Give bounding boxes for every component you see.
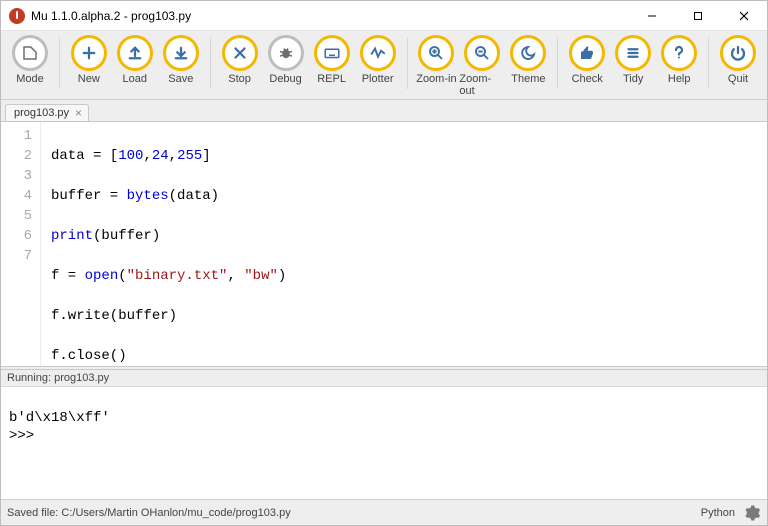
- plotter-label: Plotter: [362, 73, 394, 85]
- help-button[interactable]: Help: [656, 35, 702, 85]
- check-button[interactable]: Check: [564, 35, 610, 85]
- code-line: buffer = bytes(data): [51, 186, 767, 206]
- line-number: 7: [1, 246, 32, 266]
- line-number: 2: [1, 146, 32, 166]
- theme-button[interactable]: Theme: [505, 35, 551, 97]
- runner-title: Running: prog103.py: [1, 370, 767, 387]
- tidy-button[interactable]: Tidy: [610, 35, 656, 85]
- toolbar-separator: [708, 37, 709, 89]
- toolbar: Mode New Load Save Stop: [1, 31, 767, 100]
- plus-icon: [71, 35, 107, 71]
- code-editor[interactable]: 1 2 3 4 5 6 7 data = [100,24,255] buffer…: [1, 122, 767, 366]
- repl-label: REPL: [317, 73, 346, 85]
- toolbar-separator: [210, 37, 211, 89]
- status-language: Python: [701, 507, 735, 519]
- toolbar-separator: [59, 37, 60, 89]
- toolbar-separator: [557, 37, 558, 89]
- power-icon: [720, 35, 756, 71]
- plotter-icon: [360, 35, 396, 71]
- moon-icon: [510, 35, 546, 71]
- save-label: Save: [168, 73, 193, 85]
- line-number: 5: [1, 206, 32, 226]
- line-number: 3: [1, 166, 32, 186]
- line-number: 1: [1, 126, 32, 146]
- toolbar-separator: [407, 37, 408, 89]
- output-line: b'd\x18\xff': [9, 409, 759, 427]
- check-label: Check: [572, 73, 603, 85]
- settings-gear-icon[interactable]: [743, 504, 761, 522]
- bug-icon: [268, 35, 304, 71]
- repl-button[interactable]: REPL: [309, 35, 355, 85]
- zoom-out-label: Zoom-out: [459, 73, 505, 97]
- code-line: f.close(): [51, 346, 767, 366]
- output-line: >>>: [9, 427, 759, 445]
- stop-label: Stop: [228, 73, 251, 85]
- mode-icon: [12, 35, 48, 71]
- stop-icon: [222, 35, 258, 71]
- quit-label: Quit: [728, 73, 748, 85]
- status-bar: Saved file: C:/Users/Martin OHanlon/mu_c…: [1, 499, 767, 525]
- code-area[interactable]: data = [100,24,255] buffer = bytes(data)…: [41, 122, 767, 366]
- line-gutter: 1 2 3 4 5 6 7: [1, 122, 41, 366]
- close-tab-icon[interactable]: ×: [75, 107, 82, 119]
- debug-button[interactable]: Debug: [263, 35, 309, 85]
- new-button[interactable]: New: [66, 35, 112, 85]
- status-message: Saved file: C:/Users/Martin OHanlon/mu_c…: [7, 507, 291, 519]
- help-label: Help: [668, 73, 691, 85]
- keyboard-icon: [314, 35, 350, 71]
- plotter-button[interactable]: Plotter: [355, 35, 401, 85]
- maximize-button[interactable]: [675, 1, 721, 31]
- code-line: print(buffer): [51, 226, 767, 246]
- load-button[interactable]: Load: [112, 35, 158, 85]
- list-icon: [615, 35, 651, 71]
- mode-button[interactable]: Mode: [7, 35, 53, 85]
- file-tab[interactable]: prog103.py ×: [5, 104, 89, 121]
- titlebar: Mu 1.1.0.alpha.2 - prog103.py: [1, 1, 767, 31]
- zoom-out-button[interactable]: Zoom-out: [459, 35, 505, 97]
- code-line: f = open("binary.txt", "bw"): [51, 266, 767, 286]
- zoom-in-label: Zoom-in: [416, 73, 456, 85]
- save-button[interactable]: Save: [158, 35, 204, 85]
- code-line: data = [100,24,255]: [51, 146, 767, 166]
- close-button[interactable]: [721, 1, 767, 31]
- line-number: 4: [1, 186, 32, 206]
- app-icon: [9, 8, 25, 24]
- mode-label: Mode: [16, 73, 44, 85]
- debug-label: Debug: [269, 73, 301, 85]
- thumbs-up-icon: [569, 35, 605, 71]
- load-label: Load: [123, 73, 147, 85]
- runner-output[interactable]: b'd\x18\xff'>>>: [1, 387, 767, 499]
- file-tab-label: prog103.py: [14, 107, 69, 119]
- zoom-out-icon: [464, 35, 500, 71]
- window-title: Mu 1.1.0.alpha.2 - prog103.py: [31, 9, 629, 23]
- new-label: New: [78, 73, 100, 85]
- download-icon: [163, 35, 199, 71]
- tab-strip: prog103.py ×: [1, 100, 767, 122]
- code-line: f.write(buffer): [51, 306, 767, 326]
- minimize-button[interactable]: [629, 1, 675, 31]
- question-icon: [661, 35, 697, 71]
- quit-button[interactable]: Quit: [715, 35, 761, 85]
- stop-button[interactable]: Stop: [217, 35, 263, 85]
- tidy-label: Tidy: [623, 73, 643, 85]
- line-number: 6: [1, 226, 32, 246]
- theme-label: Theme: [511, 73, 545, 85]
- zoom-in-button[interactable]: Zoom-in: [413, 35, 459, 97]
- app-window: Mu 1.1.0.alpha.2 - prog103.py Mode New: [0, 0, 768, 526]
- upload-icon: [117, 35, 153, 71]
- zoom-in-icon: [418, 35, 454, 71]
